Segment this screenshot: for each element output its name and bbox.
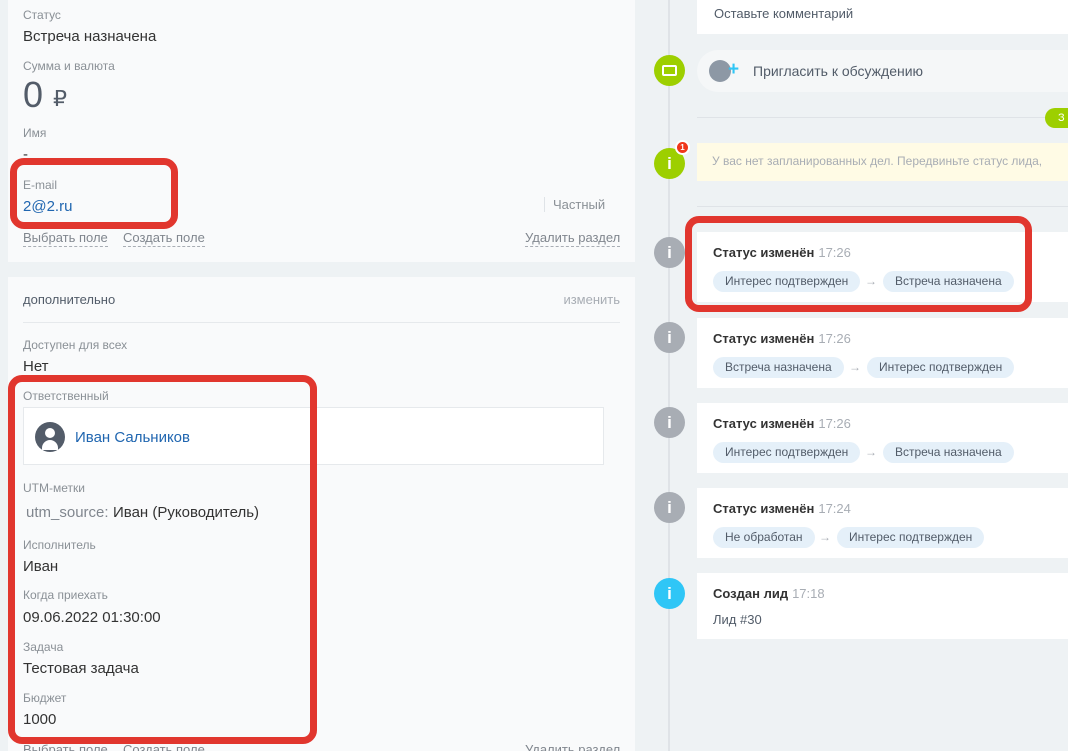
no-tasks-notice: У вас нет запланированных дел. Передвинь… — [697, 143, 1068, 181]
status-chip-to: Интерес подтвержден — [837, 527, 985, 548]
delete-section-link-2[interactable]: Удалить раздел — [525, 742, 620, 751]
choose-field-link[interactable]: Выбрать поле — [23, 230, 108, 247]
email-label: E-mail — [23, 178, 58, 192]
delete-section-link[interactable]: Удалить раздел — [525, 230, 621, 247]
email-type: Частный — [544, 197, 605, 212]
info-icon: i1 — [654, 140, 690, 179]
event-time: 17:26 — [818, 416, 851, 431]
arrow-right-icon: → — [849, 360, 861, 374]
event-title: Статус изменён 17:26 — [713, 416, 851, 431]
stage-pill[interactable]: З — [1045, 108, 1068, 128]
event-title: Статус изменён 17:26 — [713, 245, 851, 260]
arrow-right-icon: → — [865, 274, 877, 288]
event-time: 17:24 — [818, 501, 851, 516]
sum-label: Сумма и валюта — [23, 59, 115, 73]
event-time: 17:26 — [818, 331, 851, 346]
budget-value: 1000 — [23, 711, 57, 728]
status-chip-from: Не обработан — [713, 527, 815, 548]
status-chip-to: Встреча назначена — [883, 442, 1014, 463]
arrival-label: Когда приехать — [23, 588, 108, 602]
status-chip-from: Встреча назначена — [713, 357, 844, 378]
status-chip-from: Интерес подтвержден — [713, 271, 861, 292]
status-chip-to: Интерес подтвержден — [867, 357, 1015, 378]
invite-button[interactable]: + Пригласить к обсуждению — [697, 50, 1068, 92]
sum-amount: 0 — [23, 74, 44, 115]
comment-box[interactable]: Оставьте комментарий — [697, 0, 1068, 34]
event-title: Статус изменён 17:26 — [713, 331, 851, 346]
event-info-icon: i — [654, 322, 685, 353]
status-chip-to: Встреча назначена — [883, 271, 1014, 292]
lead-number[interactable]: Лид #30 — [713, 612, 762, 627]
status-label: Статус — [23, 8, 61, 22]
arrival-value: 09.06.2022 01:30:00 — [23, 609, 161, 626]
comment-placeholder[interactable]: Оставьте комментарий — [714, 6, 853, 21]
event-card: Статус изменён 17:26 Интерес подтвержден … — [697, 232, 1068, 302]
user-avatar-icon — [35, 422, 65, 452]
status-chip-from: Интерес подтвержден — [713, 442, 861, 463]
responsible-name[interactable]: Иван Сальников — [75, 429, 190, 446]
crm-lead-page: Статус Встреча назначена Сумма и валюта … — [0, 0, 1068, 751]
create-field-link[interactable]: Создать поле — [123, 230, 205, 247]
create-field-link-2[interactable]: Создать поле — [123, 742, 205, 751]
utm-key: utm_source: — [26, 504, 109, 521]
timeline-line — [668, 0, 670, 751]
timeline-separator — [697, 117, 1068, 118]
invite-label: Пригласить к обсуждению — [753, 63, 924, 79]
created-title: Создан лид 17:18 — [713, 586, 825, 601]
available-label: Доступен для всех — [23, 338, 128, 352]
created-card: Создан лид 17:18 Лид #30 — [697, 573, 1068, 639]
section-title: дополнительно — [23, 292, 116, 307]
available-value: Нет — [23, 358, 49, 375]
created-info-icon: i — [654, 578, 685, 609]
budget-label: Бюджет — [23, 691, 67, 705]
notice-text: У вас нет запланированных дел. Передвинь… — [712, 154, 1043, 168]
event-info-icon: i — [654, 407, 685, 438]
email-value[interactable]: 2@2.ru — [23, 198, 72, 215]
task-label: Задача — [23, 640, 64, 654]
utm-label: UTM-метки — [23, 481, 85, 495]
event-title: Статус изменён 17:24 — [713, 501, 851, 516]
section-divider — [23, 322, 620, 323]
event-card: Статус изменён 17:26 Встреча назначена → … — [697, 318, 1068, 388]
choose-field-link-2[interactable]: Выбрать поле — [23, 742, 108, 751]
section-edit-link[interactable]: изменить — [563, 292, 620, 307]
event-info-icon: i — [654, 492, 685, 523]
timeline-separator-2 — [697, 206, 1068, 207]
notification-badge: 1 — [675, 140, 690, 155]
executor-value: Иван — [23, 558, 59, 575]
arrow-right-icon: → — [865, 445, 877, 459]
executor-label: Исполнитель — [23, 538, 96, 552]
arrow-right-icon: → — [819, 530, 831, 544]
currency-symbol: ₽ — [53, 86, 67, 111]
responsible-box[interactable]: Иван Сальников — [23, 407, 604, 465]
event-card: Статус изменён 17:24 Не обработан → Интер… — [697, 488, 1068, 558]
event-info-icon: i — [654, 237, 685, 268]
plus-icon: + — [728, 59, 740, 80]
utm-value: Иван (Руководитель) — [113, 504, 260, 521]
name-label: Имя — [23, 126, 47, 140]
status-value[interactable]: Встреча назначена — [23, 28, 156, 45]
event-time: 17:26 — [818, 245, 851, 260]
task-value: Тестовая задача — [23, 660, 139, 677]
event-card: Статус изменён 17:26 Интерес подтвержден … — [697, 403, 1068, 473]
created-time: 17:18 — [792, 586, 825, 601]
chat-icon — [654, 55, 685, 86]
responsible-label: Ответственный — [23, 389, 109, 403]
name-value: - — [23, 146, 28, 163]
